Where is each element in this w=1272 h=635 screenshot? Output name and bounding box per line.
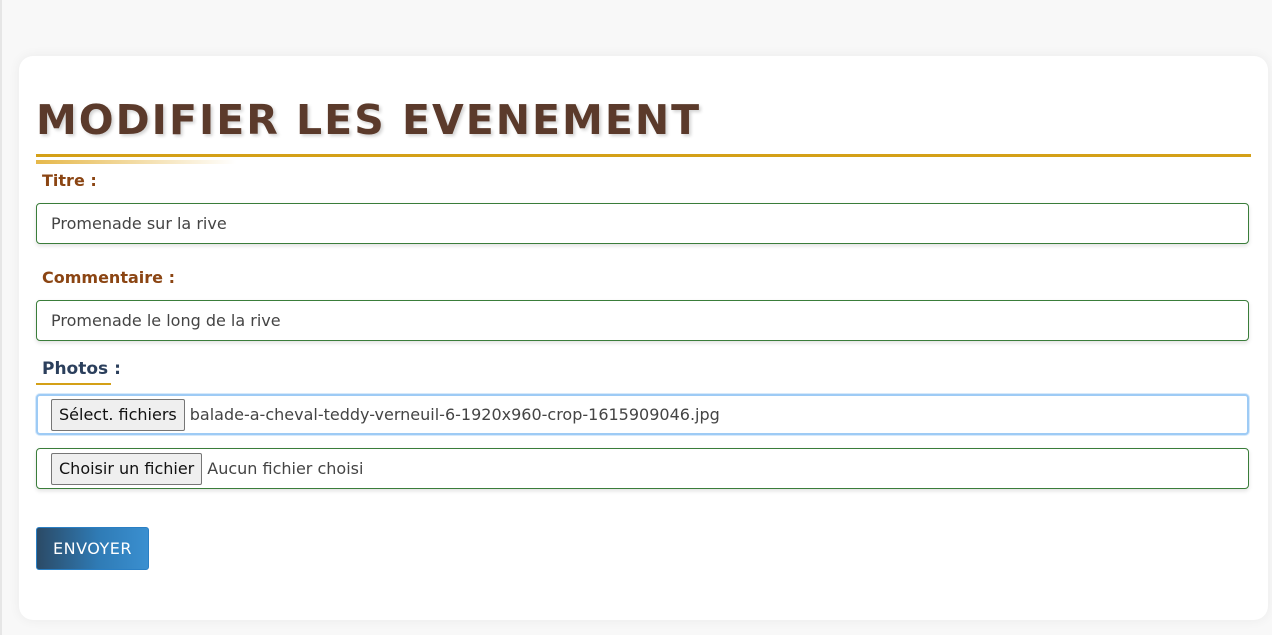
title-divider	[36, 154, 1251, 157]
commentaire-label: Commentaire :	[42, 268, 175, 287]
select-files-button[interactable]: Sélect. fichiers	[51, 398, 185, 431]
titre-input-value: Promenade sur la rive	[51, 214, 227, 233]
choose-file-button[interactable]: Choisir un fichier	[51, 452, 203, 485]
photo-file-input-1[interactable]: Sélect. fichiers balade-a-cheval-teddy-v…	[36, 394, 1249, 435]
submit-button[interactable]: ENVOYER	[36, 527, 149, 570]
title-divider-accent	[36, 160, 236, 164]
titre-label: Titre :	[42, 171, 97, 190]
titre-input[interactable]: Promenade sur la rive	[36, 203, 1249, 244]
edit-event-card: MODIFIER LES EVENEMENT Titre : Promenade…	[19, 56, 1268, 620]
no-file-chosen-text: Aucun fichier choisi	[207, 459, 364, 478]
commentaire-input[interactable]: Promenade le long de la rive	[36, 300, 1249, 341]
window-edge	[0, 0, 2, 635]
photos-label: Photos :	[42, 359, 121, 379]
photo-file-input-2[interactable]: Choisir un fichier Aucun fichier choisi	[36, 448, 1249, 489]
selected-file-name: balade-a-cheval-teddy-verneuil-6-1920x96…	[189, 405, 720, 424]
page-title: MODIFIER LES EVENEMENT	[36, 96, 702, 144]
photos-label-underline	[36, 383, 111, 385]
commentaire-input-value: Promenade le long de la rive	[51, 311, 281, 330]
